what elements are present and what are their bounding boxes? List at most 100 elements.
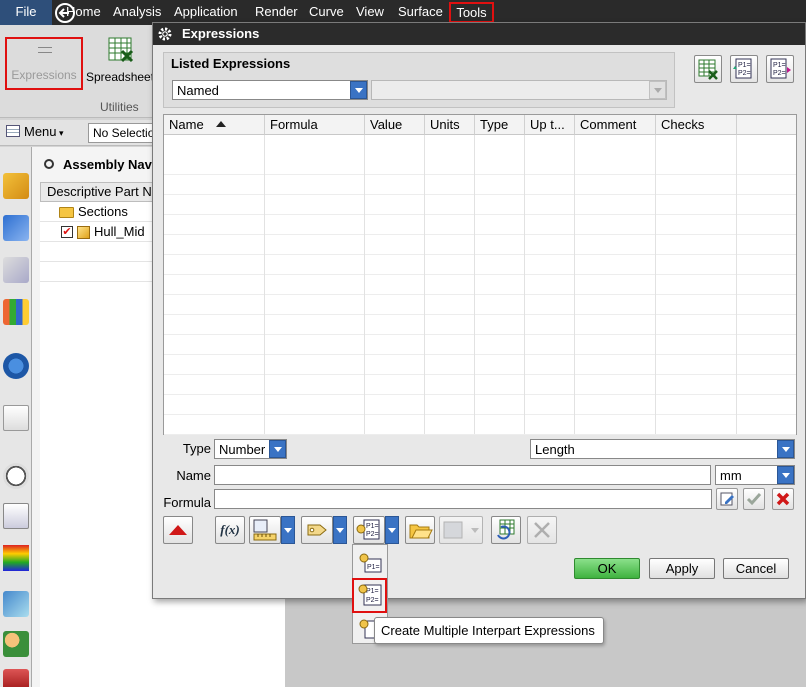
selection-filter-select[interactable]: No Selection Filter	[88, 123, 160, 143]
apply-button[interactable]: Apply	[649, 558, 715, 579]
delete-list-button-disabled	[439, 516, 483, 544]
dialog-title: Expressions	[153, 23, 805, 45]
column-header-checks[interactable]: Checks	[656, 115, 737, 135]
menu-surface[interactable]: Surface	[398, 4, 443, 19]
menu-analysis[interactable]: Analysis	[113, 4, 161, 19]
table-column	[656, 115, 737, 434]
interpart-edit-icon: P1=P2=	[770, 58, 791, 79]
type-label: Type	[182, 441, 211, 456]
column-header-formula[interactable]: Formula	[265, 115, 365, 135]
web-browser-icon[interactable]	[3, 405, 29, 431]
create-interpart-expression-button[interactable]: P1= P2=	[730, 55, 758, 83]
table-column	[164, 115, 265, 434]
listed-expressions-value: Named	[177, 83, 219, 98]
expressions-button[interactable]: Expressions	[5, 37, 83, 90]
attributes-dropdown-button[interactable]	[333, 516, 347, 544]
gear-icon[interactable]	[157, 26, 173, 42]
menu-render[interactable]: Render	[255, 4, 298, 19]
expressions-table[interactable]: Name Formula Value Units Type Up t... Co…	[163, 114, 797, 435]
type-select[interactable]: Number	[214, 439, 287, 459]
spreadsheet-label: Spreadsheet	[86, 70, 155, 84]
name-field[interactable]	[214, 465, 711, 485]
interpart-dropdown-button[interactable]	[385, 516, 399, 544]
check-icon	[746, 493, 762, 506]
part-navigator-icon[interactable]	[3, 257, 29, 283]
interpart-expression-icon: P1=P2=	[733, 58, 752, 79]
column-header-up-to-date[interactable]: Up t...	[525, 115, 575, 135]
reuse-library-icon[interactable]	[3, 299, 29, 325]
system-scenes-icon[interactable]	[3, 669, 29, 687]
delete-button-disabled	[527, 516, 557, 544]
triangle-up-icon	[169, 525, 187, 535]
manufacturing-wizards-icon[interactable]	[3, 591, 29, 617]
expressions-label: Expressions	[11, 68, 77, 82]
highlight-box	[352, 578, 387, 613]
interpart-expression-icon: P1=	[359, 553, 382, 573]
column-header-type[interactable]: Type	[475, 115, 525, 135]
menu-application[interactable]: Application	[174, 4, 238, 19]
tag-icon	[307, 524, 327, 536]
measure-button[interactable]	[249, 516, 281, 544]
formula-field[interactable]	[214, 489, 712, 509]
history-icon[interactable]	[3, 463, 29, 489]
edit-interpart-expressions-button[interactable]: P1= P2=	[766, 55, 794, 83]
units-select[interactable]: mm	[715, 465, 795, 485]
pin-icon[interactable]	[44, 159, 54, 169]
roles-icon[interactable]	[3, 631, 29, 657]
svg-text:P1=: P1=	[773, 62, 786, 69]
table-column	[475, 115, 525, 434]
column-header-value[interactable]: Value	[365, 115, 425, 135]
table-column	[575, 115, 656, 434]
chevron-down-icon	[649, 81, 666, 99]
system-materials-icon[interactable]	[3, 503, 29, 529]
column-header-name[interactable]: Name	[164, 115, 265, 135]
menu-tools[interactable]: Tools	[449, 2, 494, 23]
spreadsheet-button[interactable]: Spreadsheet	[84, 37, 158, 90]
type-value: Number	[219, 442, 266, 457]
cancel-button[interactable]: Cancel	[723, 558, 789, 579]
dimensionality-value: Length	[535, 442, 575, 457]
interpart-expression-icon: P1=P2=	[356, 519, 380, 540]
dimensionality-select[interactable]: Length	[530, 439, 795, 459]
close-icon	[534, 522, 550, 538]
svg-text:P1=: P1=	[367, 564, 380, 571]
constraint-navigator-icon[interactable]	[3, 215, 29, 241]
checkbox-checked-icon[interactable]: ✔	[61, 226, 73, 238]
spreadsheet-icon	[108, 37, 134, 63]
listed-expressions-select[interactable]: Named	[172, 80, 368, 100]
table-column	[365, 115, 425, 434]
menu-curve[interactable]: Curve	[309, 4, 344, 19]
refresh-spreadsheet-button[interactable]	[491, 516, 521, 544]
menu-home[interactable]: Home	[66, 4, 101, 19]
tree-node-label: Hull_Mid	[94, 224, 145, 239]
svg-text:P1=: P1=	[738, 62, 751, 69]
assembly-navigator-icon[interactable]	[3, 173, 29, 199]
import-expressions-button[interactable]	[405, 516, 435, 544]
ok-button[interactable]: OK	[574, 558, 640, 579]
export-spreadsheet-button[interactable]	[694, 55, 722, 83]
sort-ascending-icon	[215, 121, 226, 127]
collapse-button[interactable]	[163, 516, 193, 544]
interpart-single-option[interactable]: P1=	[356, 550, 384, 576]
menu-label: Menu	[24, 124, 57, 139]
functions-button[interactable]: f(x)	[215, 516, 245, 544]
edit-formula-button[interactable]	[716, 488, 738, 510]
spreadsheet-icon	[698, 59, 718, 80]
accept-edit-button[interactable]	[743, 488, 765, 510]
file-menu[interactable]: File	[0, 0, 52, 25]
menu-button[interactable]: Menu ▾	[6, 124, 64, 139]
part-attributes-button[interactable]	[301, 516, 333, 544]
measure-dropdown-button[interactable]	[281, 516, 295, 544]
menu-view[interactable]: View	[356, 4, 384, 19]
interpart-references-button[interactable]: P1= P2=	[353, 516, 385, 544]
table-column	[425, 115, 475, 434]
column-header-units[interactable]: Units	[425, 115, 475, 135]
reject-edit-button[interactable]	[772, 488, 794, 510]
filter-select-disabled	[371, 80, 667, 100]
column-header-comment[interactable]: Comment	[575, 115, 656, 135]
info-icon[interactable]	[3, 353, 29, 379]
process-studio-icon[interactable]	[3, 545, 29, 571]
svg-text:P2=: P2=	[773, 70, 786, 77]
svg-text:P1=: P1=	[366, 523, 379, 530]
open-folder-icon	[409, 524, 433, 539]
